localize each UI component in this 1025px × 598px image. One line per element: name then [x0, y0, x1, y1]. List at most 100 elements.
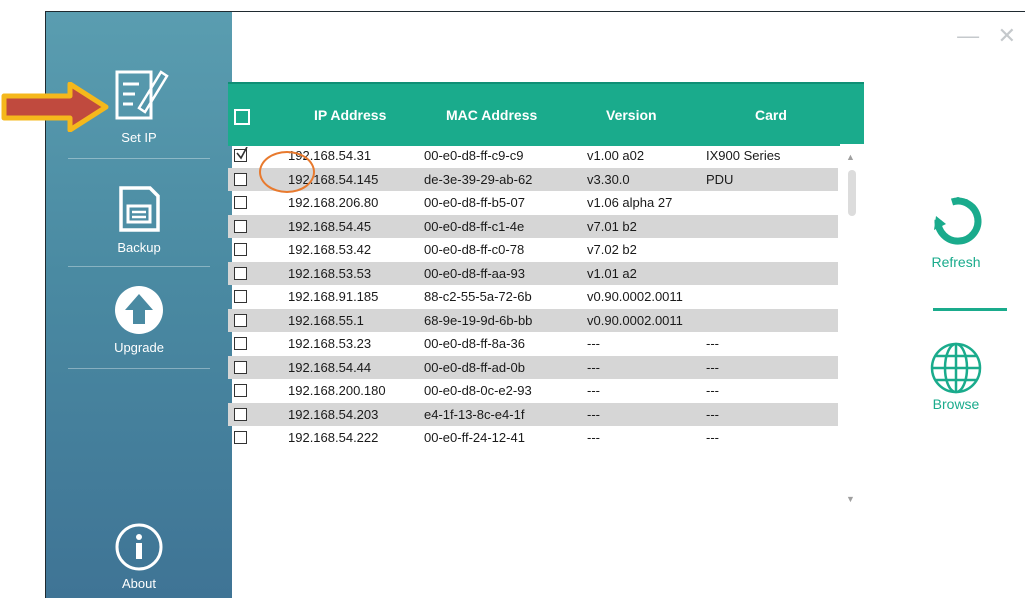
cell-version: v1.06 alpha 27 — [587, 195, 673, 210]
cell-version: --- — [587, 383, 600, 398]
cell-card: --- — [706, 406, 719, 422]
cell-mac: 00-e0-ff-24-12-41 — [424, 430, 525, 445]
column-header-version[interactable]: Version — [606, 107, 657, 123]
cell-mac: 00-e0-d8-ff-8a-36 — [424, 336, 525, 351]
cell-version: v1.01 a2 — [587, 265, 637, 281]
cell-version: --- — [587, 430, 600, 445]
window-controls: — ✕ — [943, 25, 1016, 48]
row-checkbox[interactable] — [234, 407, 247, 421]
arrow-right-icon — [0, 81, 112, 137]
browse-label: Browse — [932, 396, 980, 412]
row-checkbox[interactable] — [234, 147, 248, 162]
column-header-card[interactable]: Card — [755, 107, 787, 123]
column-header-ip[interactable]: IP Address — [314, 107, 386, 123]
cell-version: --- — [587, 359, 600, 375]
table-header: IP Address MAC Address Version Card — [228, 82, 864, 146]
cell-ip: 192.168.53.23 — [288, 336, 372, 351]
row-checkbox[interactable] — [234, 196, 247, 209]
table-row[interactable]: 192.168.54.31 00-e0-d8-ff-c9-c9 v1.00 a02 I… — [228, 144, 838, 168]
cell-ip: 192.168.91.185 — [288, 289, 379, 304]
table-row[interactable]: 192.168.54.44 00-e0-d8-ff-ad-0b --- --- — [228, 355, 838, 379]
table-row[interactable]: 192.168.54.222 00-e0-ff-24-12-41 --- --- — [228, 426, 838, 450]
sidebar-item-about[interactable]: About — [46, 522, 232, 591]
cell-ip: 192.168.54.222 — [288, 430, 379, 445]
sidebar-item-upgrade[interactable]: Upgrade — [46, 284, 232, 355]
cell-ip: 192.168.54.45 — [288, 218, 372, 234]
cell-card: --- — [706, 383, 719, 398]
row-checkbox[interactable] — [234, 360, 247, 374]
row-checkbox[interactable] — [234, 431, 247, 444]
table-row[interactable]: 192.168.54.45 00-e0-d8-ff-c1-4e v7.01 b2 — [228, 214, 838, 238]
cell-version: v0.90.0002.0011 — [587, 312, 683, 328]
cell-ip: 192.168.206.80 — [288, 195, 379, 210]
sidebar-item-label: Backup — [117, 240, 161, 255]
select-all-checkbox[interactable] — [234, 109, 250, 125]
scroll-down-icon[interactable]: ▼ — [846, 494, 855, 504]
cell-mac: 68-9e-19-9d-6b-bb — [424, 312, 533, 328]
cell-mac: 00-e0-d8-ff-aa-93 — [424, 265, 525, 281]
table-row[interactable]: 192.168.54.145 de-3e-39-29-ab-62 v3.30.0 PD… — [228, 167, 838, 191]
table-row[interactable]: 192.168.53.42 00-e0-d8-ff-c0-78 v7.02 b2 — [228, 238, 838, 262]
cell-ip: 192.168.54.203 — [288, 406, 379, 422]
cell-card: --- — [706, 430, 719, 445]
row-checkbox[interactable] — [234, 243, 247, 256]
browse-button[interactable]: Browse — [887, 340, 1025, 412]
row-checkbox[interactable] — [234, 290, 247, 303]
scroll-up-icon[interactable]: ▲ — [846, 152, 855, 162]
row-checkbox[interactable] — [234, 337, 247, 350]
cell-card: --- — [706, 359, 719, 375]
row-checkbox[interactable] — [234, 384, 247, 397]
cell-mac: de-3e-39-29-ab-62 — [424, 171, 533, 187]
cell-version: v7.01 b2 — [587, 218, 637, 234]
cell-card: IX900 Series — [706, 148, 781, 163]
table-row[interactable]: 192.168.53.23 00-e0-d8-ff-8a-36 --- --- — [228, 332, 838, 356]
minimize-icon[interactable]: — — [957, 25, 979, 47]
cell-version: v3.30.0 — [587, 171, 630, 187]
cell-ip: 192.168.200.180 — [288, 383, 386, 398]
cell-ip: 192.168.53.42 — [288, 242, 372, 257]
table-row[interactable]: 192.168.206.80 00-e0-d8-ff-b5-07 v1.06 alp… — [228, 191, 838, 215]
cell-mac: 00-e0-d8-0c-e2-93 — [424, 383, 532, 398]
row-checkbox[interactable] — [234, 313, 247, 327]
cell-mac: 00-e0-d8-ff-c0-78 — [424, 242, 525, 257]
cell-version: --- — [587, 336, 600, 351]
row-checkbox[interactable] — [234, 172, 247, 186]
table-row[interactable]: 192.168.55.1 68-9e-19-9d-6b-bb v0.90.0002.… — [228, 308, 838, 332]
cell-card: PDU — [706, 171, 734, 187]
divider — [68, 266, 210, 267]
info-icon — [46, 522, 232, 572]
table-row[interactable]: 192.168.200.180 00-e0-d8-0c-e2-93 --- --- — [228, 379, 838, 403]
cell-mac: 00-e0-d8-ff-c1-4e — [424, 218, 525, 234]
sidebar-item-label: Upgrade — [114, 340, 164, 355]
scrollbar[interactable]: ▲ ▼ — [840, 144, 864, 514]
cell-mac: 00-e0-d8-ff-b5-07 — [424, 195, 525, 210]
cell-mac: 88-c2-55-5a-72-6b — [424, 289, 532, 304]
cell-version: v0.90.0002.0011 — [587, 289, 683, 304]
table-row[interactable]: 192.168.53.53 00-e0-d8-ff-aa-93 v1.01 a2 — [228, 261, 838, 285]
cell-version: v1.00 a02 — [587, 148, 645, 163]
save-icon — [46, 184, 232, 236]
sidebar-item-label: About — [122, 576, 156, 591]
close-icon[interactable]: ✕ — [998, 25, 1016, 47]
cell-mac: 00-e0-d8-ff-c9-c9 — [424, 148, 524, 163]
cell-ip: 192.168.53.53 — [288, 265, 372, 281]
table-row[interactable]: 192.168.91.185 88-c2-55-5a-72-6b v0.90.000… — [228, 285, 838, 309]
column-header-mac[interactable]: MAC Address — [446, 107, 537, 123]
cell-version: --- — [587, 406, 600, 422]
highlight-circle — [259, 151, 315, 193]
divider — [68, 158, 210, 159]
row-checkbox[interactable] — [234, 219, 247, 233]
cell-version: v7.02 b2 — [587, 242, 637, 257]
divider — [68, 368, 210, 369]
table-body: 192.168.54.31 00-e0-d8-ff-c9-c9 v1.00 a02 I… — [228, 144, 838, 514]
sidebar-item-backup[interactable]: Backup — [46, 184, 232, 255]
cell-ip: 192.168.54.44 — [288, 359, 372, 375]
cell-mac: e4-1f-13-8c-e4-1f — [424, 406, 525, 422]
cell-card: --- — [706, 336, 719, 351]
refresh-button[interactable]: Refresh — [887, 190, 1025, 270]
scroll-thumb[interactable] — [848, 170, 856, 216]
table-row[interactable]: 192.168.54.203 e4-1f-13-8c-e4-1f --- --- — [228, 402, 838, 426]
row-checkbox[interactable] — [234, 266, 247, 280]
cell-mac: 00-e0-d8-ff-ad-0b — [424, 359, 525, 375]
refresh-label: Refresh — [931, 254, 981, 270]
